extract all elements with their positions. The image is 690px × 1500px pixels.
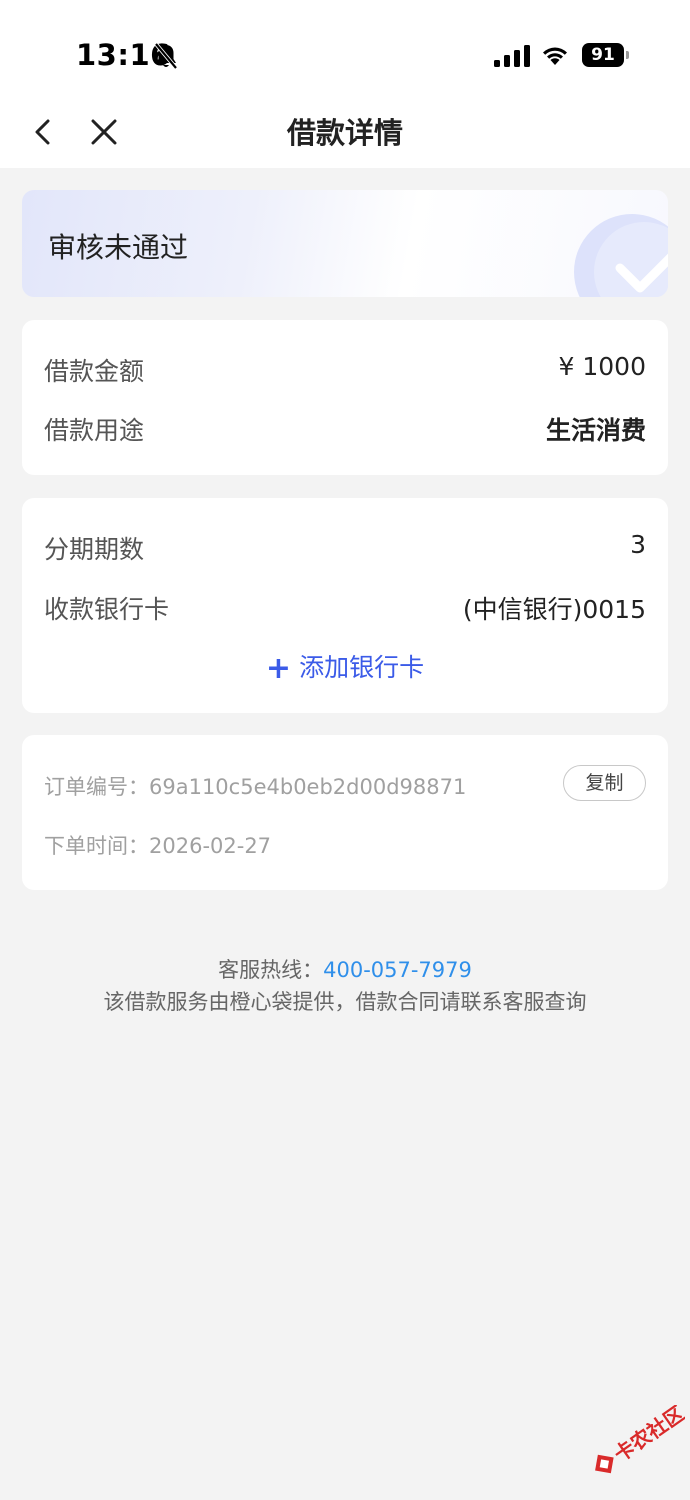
page-title: 借款详情 — [286, 116, 403, 150]
order-info-card: 订单编号：69a110c5e4b0eb2d00d98871 复制 下单时间：20… — [22, 735, 668, 890]
loan-purpose-value: 生活消费 — [545, 416, 646, 445]
add-bank-card-label: 添加银行卡 — [299, 653, 425, 682]
battery-level: 91 — [582, 43, 624, 67]
signal-icon — [494, 45, 530, 67]
status-bar: 13:16 91 — [0, 0, 690, 100]
add-bank-card-button[interactable]: + 添加银行卡 — [22, 648, 668, 686]
order-number-label: 订单编号： — [44, 775, 149, 799]
loan-amount-row: 借款金额 ¥ 1000 — [44, 352, 646, 392]
order-time-value: 2026-02-27 — [149, 834, 272, 858]
order-time-row: 下单时间：2026-02-27 — [44, 830, 271, 860]
wifi-icon — [543, 47, 567, 65]
bank-card-label: 收款银行卡 — [44, 595, 170, 624]
bank-card-value: (中信银行)0015 — [462, 595, 646, 624]
review-status-card: 审核未通过 — [22, 190, 668, 297]
watermark-logo: 卡农社区 — [595, 1405, 685, 1474]
installment-terms-value: 3 — [630, 530, 646, 559]
order-time-label: 下单时间： — [44, 834, 149, 858]
bell-slash-icon — [154, 42, 178, 70]
review-status-text: 审核未通过 — [48, 231, 189, 264]
hotline-number-link[interactable]: 400-057-7979 — [323, 958, 472, 982]
watermark-text: 卡农社区 — [610, 1405, 685, 1467]
loan-purpose-row: 借款用途 生活消费 — [44, 411, 646, 451]
nav-bar: 借款详情 — [0, 100, 690, 168]
installment-terms-row: 分期期数 3 — [44, 530, 646, 570]
order-number-row: 订单编号：69a110c5e4b0eb2d00d98871 — [44, 771, 466, 801]
battery-cap — [626, 51, 629, 59]
check-circle-icon — [574, 214, 668, 297]
service-notice: 该借款服务由橙心袋提供，借款合同请联系客服查询 — [103, 990, 587, 1014]
hotline-label: 客服热线： — [218, 958, 324, 982]
installment-card: 分期期数 3 收款银行卡 (中信银行)0015 + 添加银行卡 — [22, 498, 668, 713]
hotline-line: 客服热线：400-057-7979 — [0, 954, 690, 984]
battery-icon: 91 — [582, 43, 630, 67]
loan-info-card: 借款金额 ¥ 1000 借款用途 生活消费 — [22, 320, 668, 475]
order-number-value: 69a110c5e4b0eb2d00d98871 — [149, 775, 467, 799]
plus-icon: + — [265, 651, 292, 686]
loan-amount-label: 借款金额 — [44, 357, 145, 386]
copy-button[interactable]: 复制 — [563, 765, 646, 801]
bank-card-row: 收款银行卡 (中信银行)0015 — [44, 590, 646, 630]
installment-terms-label: 分期期数 — [44, 535, 145, 564]
loan-amount-value: ¥ 1000 — [558, 352, 646, 381]
loan-purpose-label: 借款用途 — [44, 416, 145, 445]
